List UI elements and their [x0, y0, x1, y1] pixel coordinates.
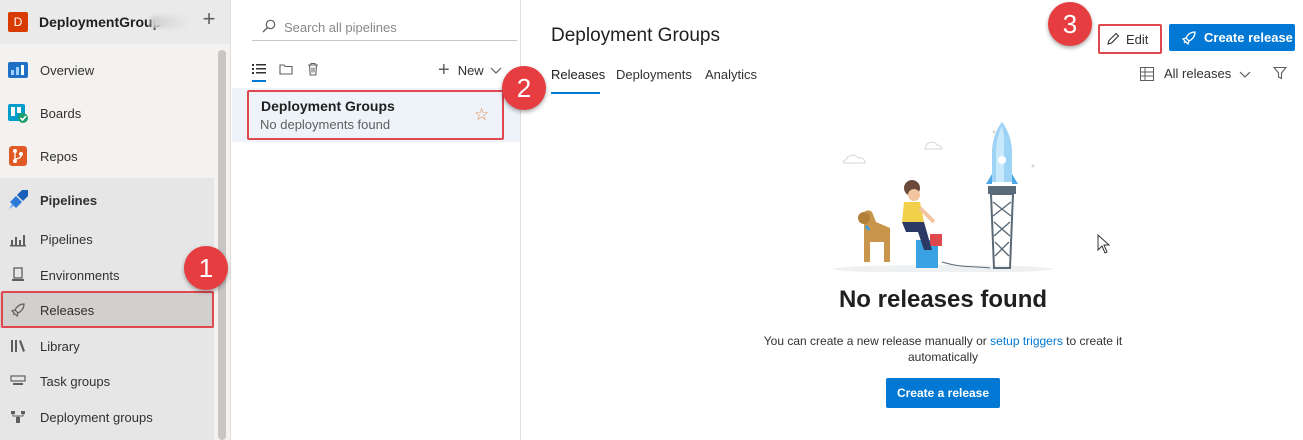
sub-item-environments[interactable]: Environments — [0, 257, 214, 293]
project-name[interactable]: DeploymentGroup — [39, 14, 161, 30]
search-icon — [262, 19, 276, 33]
task-groups-icon — [10, 375, 26, 385]
create-release-label: Create release — [1204, 30, 1293, 45]
search-input[interactable]: Search all pipelines — [252, 13, 517, 41]
nav-scrollbar[interactable] — [218, 50, 226, 440]
setup-triggers-link[interactable]: setup triggers — [990, 334, 1063, 348]
list-view-icon[interactable] — [252, 62, 266, 76]
nav-item-overview[interactable]: Overview — [0, 52, 214, 88]
add-icon[interactable]: + — [198, 8, 220, 31]
active-tab-indicator — [551, 92, 600, 94]
sub-item-task-groups[interactable]: Task groups — [0, 363, 214, 399]
nav-item-label: Repos — [40, 148, 78, 164]
sub-item-library[interactable]: Library — [0, 328, 214, 364]
page-title: Deployment Groups — [551, 25, 720, 46]
table-icon — [1140, 66, 1154, 81]
callout-3: 3 — [1048, 2, 1092, 46]
project-avatar: D — [8, 12, 28, 32]
tab-analytics[interactable]: Analytics — [705, 67, 757, 82]
project-header[interactable]: D DeploymentGroup + — [0, 0, 230, 44]
new-pipeline-button[interactable]: + New — [438, 60, 502, 80]
callout-1: 1 — [184, 246, 228, 290]
sub-item-label: Pipelines — [40, 231, 93, 247]
pipelines-list-pane: Search all pipelines + New Deployment Gr… — [232, 0, 521, 440]
plus-icon: + — [438, 59, 450, 81]
empty-state-text: You can create a new release manually or… — [740, 333, 1146, 365]
highlight-pipeline-item — [247, 90, 504, 140]
sub-item-label: Library — [40, 338, 80, 354]
sub-item-deployment-groups[interactable]: Deployment groups — [0, 399, 214, 435]
highlight-releases — [1, 291, 214, 328]
overview-icon — [8, 62, 28, 78]
environments-icon — [12, 267, 24, 281]
sub-item-label: Environments — [40, 267, 120, 283]
trash-icon[interactable] — [306, 62, 320, 76]
nav-item-label: Pipelines — [40, 192, 98, 208]
pipelines-bar-icon — [10, 235, 26, 247]
create-release-button[interactable]: Create release — [1169, 24, 1295, 51]
list-view-underline — [252, 80, 266, 82]
sub-item-pipelines[interactable]: Pipelines — [0, 221, 214, 257]
nav-item-boards[interactable]: Boards — [0, 95, 214, 131]
nav-item-repos[interactable]: Repos — [0, 138, 214, 174]
repos-icon — [9, 146, 27, 166]
all-releases-label: All releases — [1164, 66, 1232, 81]
nav-item-label: Overview — [40, 62, 95, 78]
tab-releases[interactable]: Releases — [551, 67, 605, 82]
chevron-down-icon — [1239, 71, 1251, 78]
empty-state-illustration — [833, 122, 1053, 272]
sub-item-label: Deployment groups — [40, 409, 153, 425]
chevron-down-icon — [490, 67, 502, 74]
deployment-groups-icon — [11, 411, 25, 423]
nav-item-label: Boards — [40, 105, 82, 121]
empty-text-start: You can create a new release manually or — [763, 334, 991, 348]
left-navigation: D DeploymentGroup + Overview Boards Repo… — [0, 0, 231, 440]
sub-item-label: Task groups — [40, 373, 111, 389]
highlight-edit — [1098, 24, 1162, 54]
empty-state-title: No releases found — [838, 286, 1048, 313]
create-a-release-button[interactable]: Create a release — [886, 378, 1000, 408]
all-releases-dropdown[interactable]: All releases — [1140, 66, 1251, 81]
nav-item-pipelines[interactable]: Pipelines — [0, 182, 214, 218]
new-label: New — [457, 62, 484, 78]
callout-2: 2 — [502, 66, 546, 110]
library-icon — [11, 340, 25, 352]
rocket-icon — [1181, 30, 1196, 45]
pipelines-icon — [9, 190, 28, 209]
search-placeholder: Search all pipelines — [284, 20, 397, 35]
filter-icon[interactable] — [1273, 66, 1287, 80]
boards-icon — [8, 104, 28, 123]
tab-deployments[interactable]: Deployments — [616, 67, 692, 82]
redacted-text — [151, 16, 187, 28]
mouse-cursor-icon — [1097, 234, 1111, 254]
folder-icon[interactable] — [279, 62, 293, 76]
